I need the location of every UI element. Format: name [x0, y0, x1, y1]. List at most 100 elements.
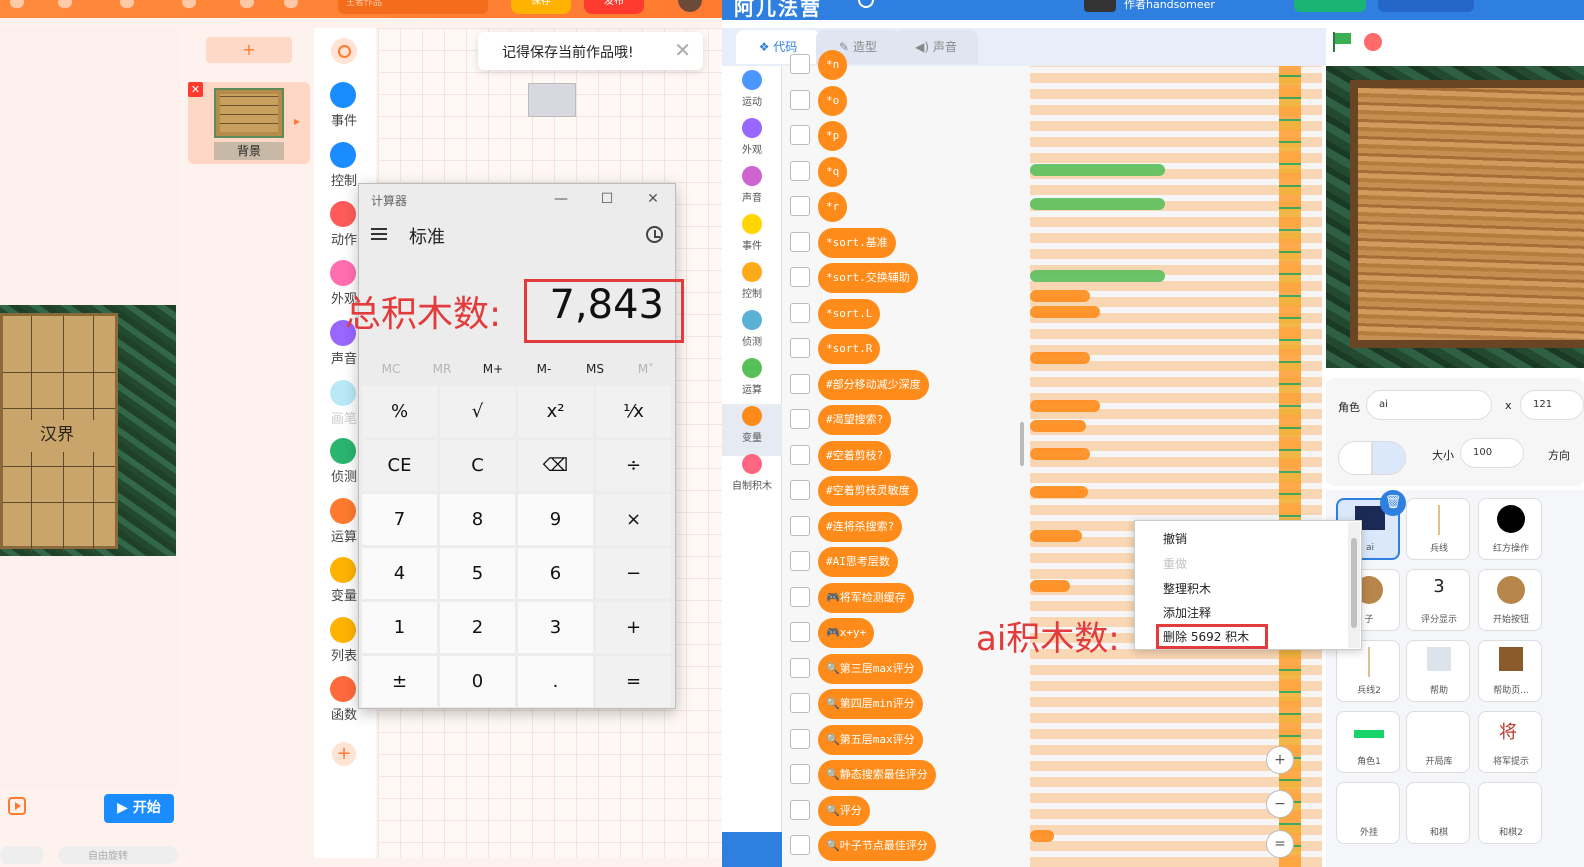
variable-checkbox[interactable]	[790, 515, 810, 536]
calculator-key[interactable]: x²	[518, 386, 593, 437]
block-category-1[interactable]: 外观	[722, 118, 782, 166]
variable-block[interactable]: *sort.基准	[818, 227, 896, 258]
sprite-tile[interactable]: 红方操作	[1478, 498, 1542, 560]
calculator-key[interactable]: −	[596, 548, 671, 599]
block-category-7[interactable]: 变量	[722, 406, 782, 454]
variable-checkbox[interactable]	[790, 799, 810, 820]
add-extension-button[interactable]	[722, 832, 782, 867]
calculator-key[interactable]: ×	[596, 494, 671, 545]
variable-block[interactable]: 🔍第五层max评分	[818, 724, 923, 755]
memory-button[interactable]: M-	[518, 362, 570, 376]
calculator-key[interactable]: ÷	[596, 440, 671, 491]
calculator-key[interactable]: CE	[362, 440, 437, 491]
variable-checkbox[interactable]	[790, 89, 810, 110]
add-sprite-button[interactable]: +	[206, 37, 292, 63]
variable-block[interactable]: *o	[818, 85, 848, 116]
variable-block[interactable]: #空着剪枝灵敏度	[818, 476, 918, 506]
variable-checkbox[interactable]	[790, 444, 810, 465]
calculator-key[interactable]: √	[440, 386, 515, 437]
calculator-key[interactable]: .	[518, 656, 593, 707]
variable-block[interactable]: #部分移动减少深度	[818, 369, 929, 400]
calculator-key[interactable]: 5	[440, 548, 515, 599]
zoom-reset-icon[interactable]: =	[1266, 830, 1294, 858]
start-button[interactable]: ▶ 开始	[104, 794, 174, 823]
variable-block[interactable]: 🔍静态搜索最佳评分	[818, 760, 936, 790]
stage-canvas[interactable]: 汉界	[0, 305, 176, 556]
category-0[interactable]: 事件	[318, 82, 376, 132]
variable-checkbox[interactable]	[790, 622, 810, 642]
sprite-tile[interactable]: 开始按钮	[1478, 569, 1542, 631]
calculator-key[interactable]: 4	[362, 548, 437, 599]
context-menu-scrollbar[interactable]	[1348, 522, 1360, 648]
calculator-key[interactable]: C	[440, 440, 515, 491]
sprite-tile[interactable]: 角色1	[1336, 711, 1400, 773]
search-icon[interactable]	[331, 38, 357, 64]
minimize-icon[interactable]: —	[547, 188, 575, 210]
calculator-key[interactable]: =	[596, 656, 671, 707]
variable-block[interactable]: *n	[818, 50, 848, 80]
calculator-key[interactable]: ¹⁄x	[596, 386, 671, 437]
menu-item-add-comment[interactable]: 添加注释	[1163, 604, 1211, 621]
calculator-key[interactable]: %	[362, 386, 437, 437]
sprite-name-input[interactable]: ai	[1366, 390, 1492, 420]
variable-checkbox[interactable]	[790, 551, 810, 571]
show-icon[interactable]	[1338, 441, 1372, 475]
zoom-out-icon[interactable]: −	[1266, 790, 1294, 818]
delete-sprite-icon[interactable]: ✕	[188, 82, 203, 97]
block-category-5[interactable]: 侦测	[722, 310, 782, 358]
variable-block[interactable]: 🔍第四层min评分	[818, 689, 923, 719]
block-category-8[interactable]: 自制积木	[722, 454, 782, 502]
variable-checkbox[interactable]	[790, 160, 810, 181]
memory-button[interactable]: M+	[467, 362, 519, 376]
green-flag-icon[interactable]	[1331, 32, 1353, 52]
variable-block[interactable]: *sort.交换辅助	[818, 263, 918, 293]
variable-block[interactable]: *p	[818, 121, 848, 151]
calculator-key[interactable]: ⌫	[518, 440, 593, 491]
variable-checkbox[interactable]	[790, 302, 810, 323]
variable-checkbox[interactable]	[790, 54, 810, 74]
block-category-4[interactable]: 控制	[722, 262, 782, 310]
auto-rotate-button[interactable]: 自由旋转	[58, 846, 178, 864]
publish-button[interactable]: 发布	[584, 0, 644, 14]
share-icon[interactable]	[58, 0, 72, 8]
variable-checkbox[interactable]	[790, 693, 810, 713]
block-category-3[interactable]: 事件	[722, 214, 782, 262]
variable-block[interactable]: 🎮x+y+	[818, 618, 875, 648]
calculator-key[interactable]: 3	[518, 602, 593, 653]
video-icon[interactable]	[8, 797, 26, 815]
work-title-input[interactable]: 王者作品	[338, 0, 488, 14]
close-icon[interactable]: ✕	[639, 188, 667, 210]
variable-checkbox[interactable]	[790, 657, 810, 678]
variable-checkbox[interactable]	[790, 267, 810, 287]
maximize-icon[interactable]: ☐	[593, 188, 621, 210]
variable-checkbox[interactable]	[790, 586, 810, 607]
fullscreen-button[interactable]	[0, 846, 44, 864]
workspace-scrollbar[interactable]	[1020, 422, 1024, 466]
user-icon[interactable]	[284, 0, 298, 8]
variable-checkbox[interactable]	[790, 728, 810, 749]
sprite-tile[interactable]: 帮助	[1406, 640, 1470, 702]
close-icon[interactable]: ✕	[674, 38, 691, 62]
file-icon[interactable]	[10, 0, 24, 8]
variable-checkbox[interactable]	[790, 480, 810, 500]
background-sprite-card[interactable]: 背景	[188, 82, 310, 164]
calculator-key[interactable]: 9	[518, 494, 593, 545]
globe-icon[interactable]	[858, 0, 874, 8]
variable-checkbox[interactable]	[790, 196, 810, 216]
tutorial-icon[interactable]	[240, 0, 254, 8]
variable-checkbox[interactable]	[790, 764, 810, 784]
sprite-tile[interactable]: 将将军提示	[1478, 711, 1542, 773]
add-extension-button[interactable]: +	[332, 742, 356, 766]
variable-checkbox[interactable]	[790, 231, 810, 252]
variable-block[interactable]: 🔍叶子节点最佳评分	[818, 831, 936, 861]
variable-block[interactable]: #空着剪枝?	[818, 440, 892, 471]
sprite-tile[interactable]: 和棋	[1406, 782, 1470, 844]
settings-icon[interactable]	[182, 0, 196, 8]
sprite-tile[interactable]: 3 评分显示	[1406, 569, 1470, 631]
variable-checkbox[interactable]	[790, 373, 810, 394]
variable-block[interactable]: *sort.R	[818, 334, 881, 364]
menu-item-clean-up[interactable]: 整理积木	[1163, 580, 1211, 597]
save-button[interactable]: 保存	[511, 0, 571, 14]
chevron-right-icon[interactable]: ▸	[294, 114, 300, 128]
variable-block[interactable]: *sort.L	[818, 298, 881, 329]
